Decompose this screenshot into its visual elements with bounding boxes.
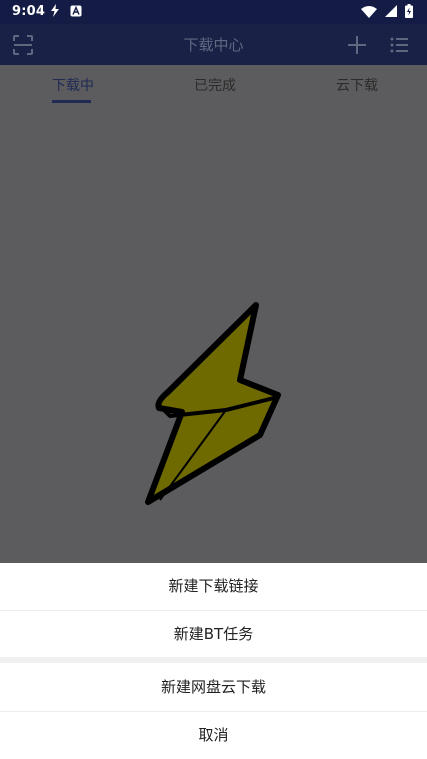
new-cloud-disk-download-button[interactable]: 新建网盘云下载 — [0, 664, 427, 710]
status-bar: 9:04 — [0, 0, 427, 24]
title-bar: 下载中心 — [0, 24, 427, 65]
tab-completed[interactable]: 已完成 — [194, 75, 236, 95]
status-right-icons — [361, 4, 413, 22]
lightning-bolt-icon — [140, 300, 285, 514]
wifi-icon — [361, 5, 377, 22]
tab-downloading[interactable]: 下载中 — [52, 75, 94, 95]
battery-icon — [405, 4, 413, 22]
screen: 9:04 下载中心 下载中 已完成 云下载 新建下载链接 新建BT任务 新建网盘… — [0, 0, 427, 759]
section-divider — [0, 657, 427, 663]
app-a-icon — [70, 5, 82, 21]
cancel-button[interactable]: 取消 — [0, 712, 427, 758]
action-sheet: 新建下载链接 新建BT任务 新建网盘云下载 取消 — [0, 563, 427, 759]
list-menu-icon[interactable] — [386, 32, 412, 58]
status-time: 9:04 — [12, 4, 46, 19]
flash-icon — [50, 4, 60, 21]
add-icon[interactable] — [344, 32, 370, 58]
new-download-link-button[interactable]: 新建下载链接 — [0, 563, 427, 609]
new-bt-task-button[interactable]: 新建BT任务 — [0, 611, 427, 657]
tab-cloud-download[interactable]: 云下载 — [336, 75, 378, 95]
active-tab-indicator — [52, 100, 91, 103]
tab-bar: 下载中 已完成 云下载 — [0, 65, 427, 105]
signal-icon — [385, 5, 397, 21]
download-list-area — [0, 105, 427, 563]
status-left-icons — [50, 4, 82, 21]
